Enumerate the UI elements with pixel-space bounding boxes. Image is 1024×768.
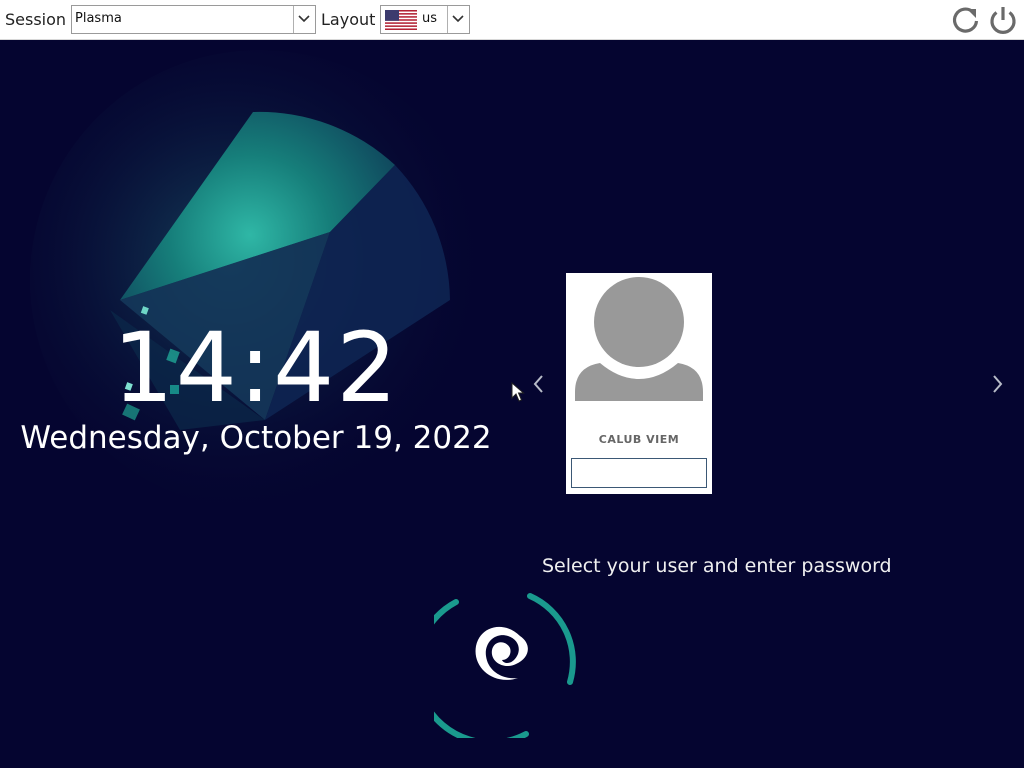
power-icon[interactable] [987,3,1019,37]
session-value: Plasma [75,11,122,26]
password-field[interactable] [571,458,707,488]
top-bar: Session Plasma Layout us [0,0,1024,40]
clock-time: 14:42 [112,312,400,424]
mouse-cursor-icon [511,382,525,402]
session-select[interactable]: Plasma [71,5,316,34]
layout-select[interactable]: us [380,5,470,34]
chevron-right-icon[interactable] [990,374,1004,394]
chevron-down-icon[interactable] [447,6,469,33]
us-flag-icon [385,10,417,30]
layout-value: us [422,11,438,26]
layout-label: Layout [321,10,376,29]
reboot-icon[interactable] [949,3,981,37]
chevron-down-icon[interactable] [293,6,315,33]
clock-date: Wednesday, October 19, 2022 [20,420,492,456]
chevron-left-icon[interactable] [532,374,546,394]
session-label: Session [5,10,67,29]
user-name: CALUB VIEM [598,433,680,446]
login-prompt: Select your user and enter password [542,555,892,577]
debian-logo-icon [434,593,576,738]
user-card[interactable]: CALUB VIEM [566,273,712,494]
user-avatar-icon [575,277,703,401]
